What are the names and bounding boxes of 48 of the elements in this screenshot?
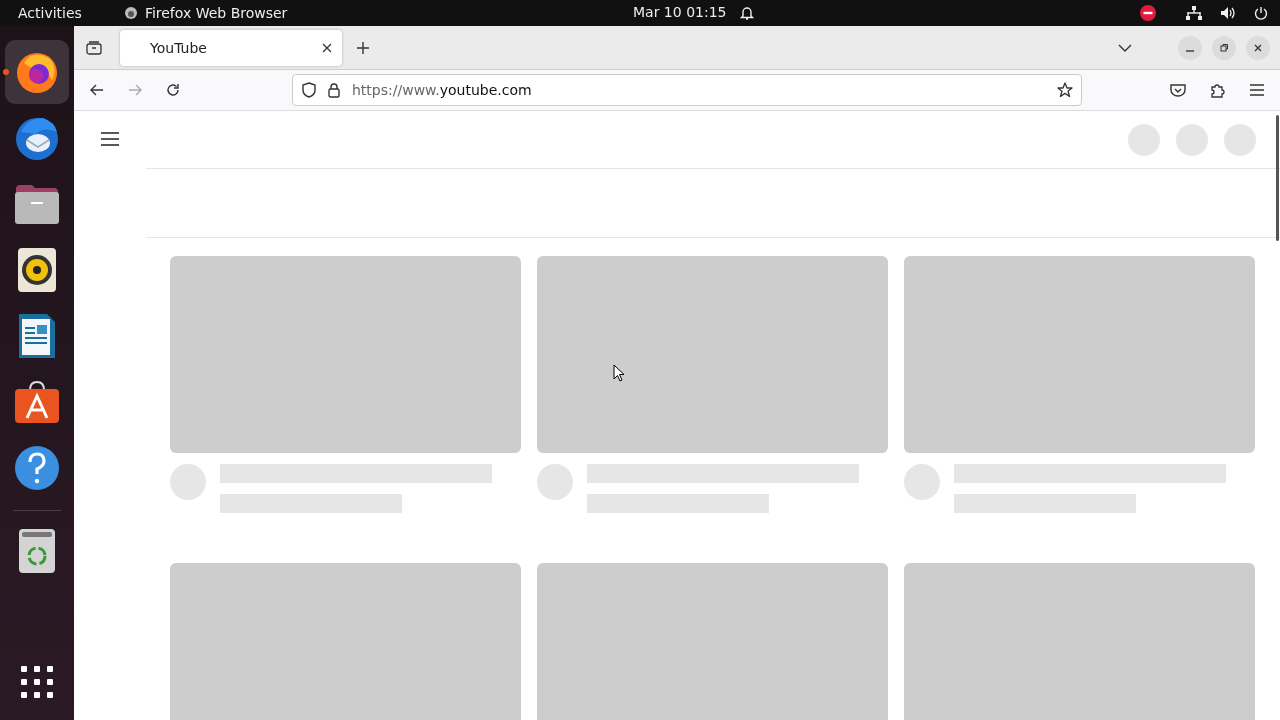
shopping-bag-icon (14, 380, 60, 424)
url-text: https://www.youtube.com (352, 82, 532, 98)
minimize-icon (1186, 49, 1194, 52)
chevron-down-icon[interactable] (1118, 43, 1132, 52)
restore-button[interactable] (1212, 35, 1236, 60)
avatar-placeholder (170, 464, 206, 500)
puzzle-icon[interactable] (1210, 82, 1226, 98)
mouse-cursor-icon (613, 364, 625, 382)
clock[interactable]: Mar 10 01:15 (633, 4, 727, 20)
reload-icon[interactable] (166, 83, 180, 97)
network-icon[interactable] (1186, 6, 1202, 20)
back-icon[interactable] (90, 84, 104, 96)
browser-tab[interactable]: YouTube (120, 29, 342, 66)
app-menu[interactable]: Firefox Web Browser (144, 5, 288, 21)
volume-icon[interactable] (1220, 6, 1236, 20)
menu-icon[interactable] (1250, 84, 1264, 96)
address-bar[interactable]: https://www.youtube.com (292, 74, 1082, 106)
minimize-button[interactable] (1178, 35, 1202, 60)
speaker-icon (17, 247, 57, 293)
pocket-icon[interactable] (1170, 83, 1186, 97)
firefox-icon (123, 6, 138, 20)
close-icon (1253, 42, 1263, 53)
dock-item[interactable] (5, 40, 69, 104)
avatar-placeholder (537, 464, 573, 500)
close-icon[interactable] (322, 42, 332, 53)
shield-icon[interactable] (302, 82, 316, 98)
avatar-placeholder (904, 464, 940, 500)
menu-icon[interactable] (101, 132, 119, 146)
new-tab-icon[interactable] (357, 41, 369, 54)
placeholder-circle (1176, 123, 1208, 156)
help-icon (14, 445, 60, 491)
tab-overview-icon[interactable] (86, 40, 102, 55)
do-not-disturb-icon[interactable] (1140, 5, 1156, 21)
app-grid-icon[interactable] (21, 666, 53, 698)
close-button[interactable] (1246, 35, 1270, 60)
power-icon[interactable] (1254, 6, 1268, 20)
folder-icon (14, 183, 60, 225)
restore-icon (1219, 42, 1229, 53)
star-icon[interactable] (1057, 82, 1073, 98)
lock-icon[interactable] (328, 82, 340, 98)
trash-icon (18, 528, 56, 574)
placeholder-circle (1128, 123, 1160, 156)
placeholder-circle (1224, 123, 1256, 156)
scrollbar[interactable] (1276, 115, 1279, 241)
activities-button[interactable]: Activities (18, 5, 82, 21)
document-icon (17, 313, 57, 359)
bell-icon[interactable] (740, 5, 754, 21)
running-indicator (3, 69, 9, 75)
